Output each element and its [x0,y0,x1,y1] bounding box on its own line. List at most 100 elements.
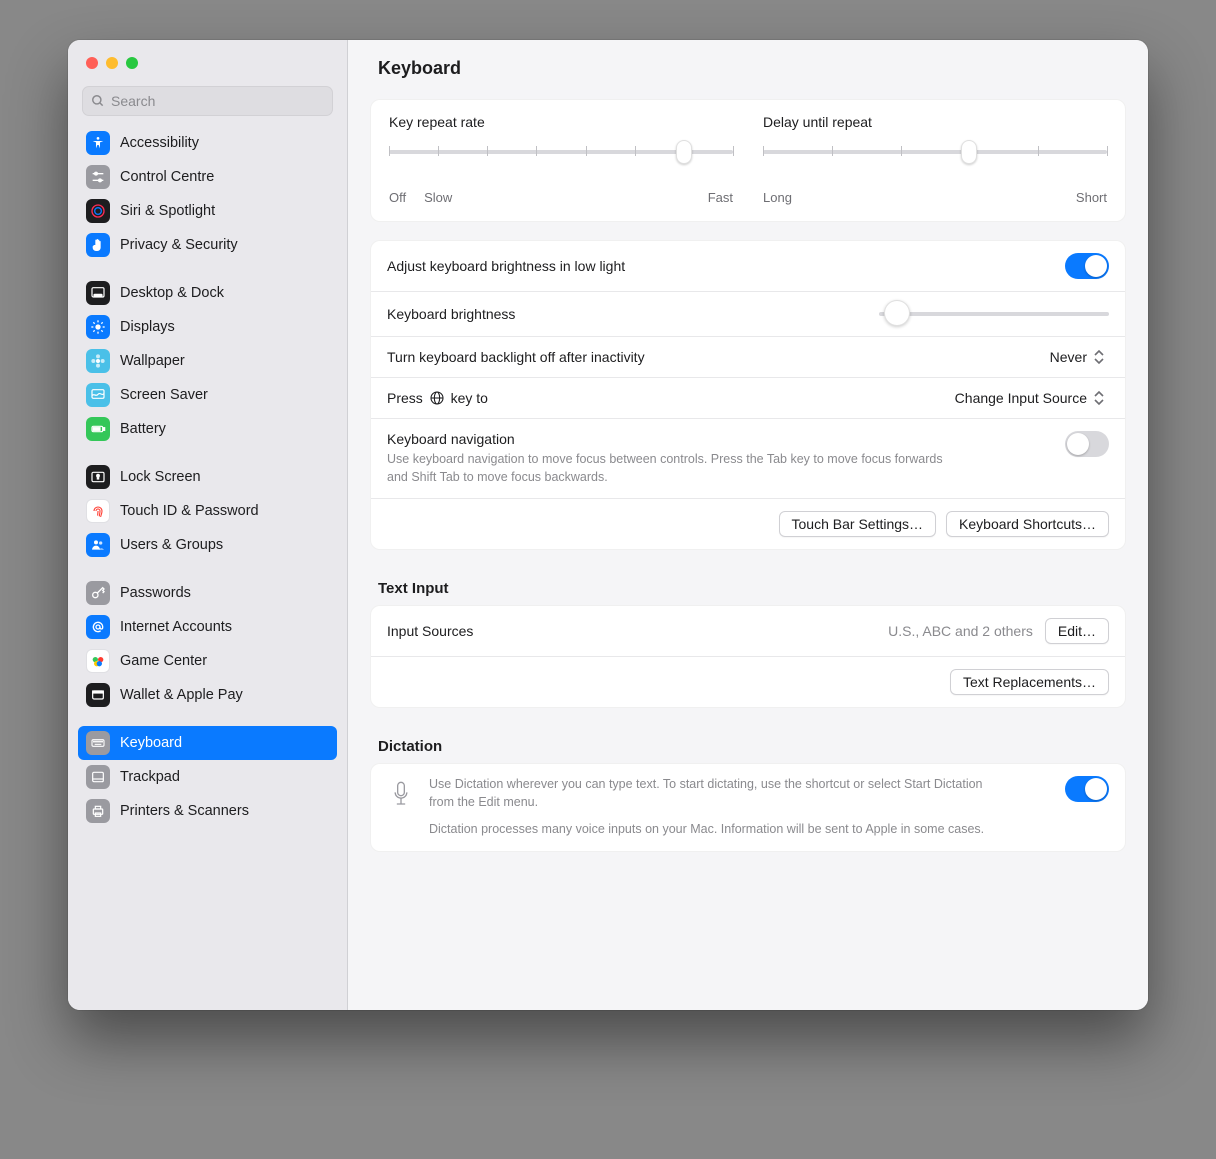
sidebar-item-wallpaper[interactable]: Wallpaper [78,344,337,378]
window-controls [68,40,347,86]
search-icon [91,94,105,108]
lock-icon [86,465,110,489]
screensaver-icon [86,383,110,407]
sidebar-item-control-centre[interactable]: Control Centre [78,160,337,194]
sliders-icon [86,165,110,189]
backlight-off-label: Turn keyboard backlight off after inacti… [387,349,645,365]
accessibility-icon [86,131,110,155]
sidebar-nav: Accessibility Control Centre Siri & Spotli… [68,124,347,1010]
page-title: Keyboard [378,58,1118,79]
delay-until-repeat-label: Delay until repeat [763,114,1107,130]
brightness-auto-label: Adjust keyboard brightness in low light [387,258,625,274]
text-input-section-title: Text Input [348,568,1148,599]
rate-off-label: Off [389,190,406,205]
zoom-icon[interactable] [126,57,138,69]
sidebar-item-desktop-dock[interactable]: Desktop & Dock [78,276,337,310]
sidebar-item-label: Trackpad [120,769,329,785]
dictation-desc-2: Dictation processes many voice inputs on… [429,821,989,839]
sidebar-item-privacy-security[interactable]: Privacy & Security [78,228,337,262]
search-input[interactable] [111,93,324,109]
sidebar-item-battery[interactable]: Battery [78,412,337,446]
sidebar-item-accessibility[interactable]: Accessibility [78,126,337,160]
sidebar-item-label: Siri & Spotlight [120,203,329,219]
globe-icon [429,390,445,406]
sidebar-item-label: Screen Saver [120,387,329,403]
sun-icon [86,315,110,339]
sidebar-item-keyboard[interactable]: Keyboard [78,726,337,760]
sidebar-item-label: Printers & Scanners [120,803,329,819]
keyboard-shortcuts-button[interactable]: Keyboard Shortcuts… [946,511,1109,537]
rate-fast-label: Fast [708,190,733,205]
sidebar-item-label: Control Centre [120,169,329,185]
keyboard-settings-card: Adjust keyboard brightness in low light … [370,240,1126,550]
sidebar-item-label: Internet Accounts [120,619,329,635]
users-icon [86,533,110,557]
key-repeat-rate-label: Key repeat rate [389,114,733,130]
printer-icon [86,799,110,823]
close-icon[interactable] [86,57,98,69]
game-icon [86,649,110,673]
sidebar-item-lock-screen[interactable]: Lock Screen [78,460,337,494]
input-sources-label: Input Sources [387,623,473,639]
brightness-slider-label: Keyboard brightness [387,306,515,322]
search-field[interactable] [82,86,333,116]
sidebar-item-label: Users & Groups [120,537,329,553]
microphone-icon [387,776,415,808]
key-icon [86,581,110,605]
brightness-slider[interactable] [879,304,1109,324]
sidebar-item-label: Wallet & Apple Pay [120,687,329,703]
flower-icon [86,349,110,373]
sidebar-item-label: Touch ID & Password [120,503,329,519]
delay-until-repeat-block: Delay until repeat Long Short [763,114,1107,205]
globe-key-label: Press key to [387,390,488,406]
sidebar-item-trackpad[interactable]: Trackpad [78,760,337,794]
delay-until-repeat-slider[interactable] [763,144,1107,184]
keyboard-navigation-desc: Use keyboard navigation to move focus be… [387,451,947,486]
text-input-card: Input Sources U.S., ABC and 2 others Edi… [370,605,1126,708]
trackpad-icon [86,765,110,789]
sidebar-item-game-center[interactable]: Game Center [78,644,337,678]
sidebar-item-siri-spotlight[interactable]: Siri & Spotlight [78,194,337,228]
sidebar-item-internet-accounts[interactable]: Internet Accounts [78,610,337,644]
sidebar-item-label: Wallpaper [120,353,329,369]
sidebar-item-wallet-apple-pay[interactable]: Wallet & Apple Pay [78,678,337,712]
sidebar-item-label: Displays [120,319,329,335]
backlight-off-popup[interactable]: Never [1050,349,1109,365]
input-sources-value: U.S., ABC and 2 others [888,623,1033,639]
sidebar-item-label: Battery [120,421,329,437]
keyboard-icon [86,731,110,755]
chevrons-up-down-icon [1093,390,1109,406]
sidebar-item-label: Accessibility [120,135,329,151]
input-sources-edit-button[interactable]: Edit… [1045,618,1109,644]
sidebar-item-screen-saver[interactable]: Screen Saver [78,378,337,412]
globe-key-value: Change Input Source [955,390,1087,406]
keyboard-navigation-toggle[interactable] [1065,431,1109,457]
battery-icon [86,417,110,441]
delay-short-label: Short [1076,190,1107,205]
sidebar-item-touch-id-password[interactable]: Touch ID & Password [78,494,337,528]
dictation-toggle[interactable] [1065,776,1109,802]
sidebar-item-users-groups[interactable]: Users & Groups [78,528,337,562]
sidebar-item-label: Passwords [120,585,329,601]
siri-icon [86,199,110,223]
dock-icon [86,281,110,305]
key-repeat-rate-slider[interactable] [389,144,733,184]
settings-window: Accessibility Control Centre Siri & Spotli… [68,40,1148,1010]
dictation-section-title: Dictation [348,726,1148,757]
text-replacements-button[interactable]: Text Replacements… [950,669,1109,695]
sidebar-item-displays[interactable]: Displays [78,310,337,344]
sidebar: Accessibility Control Centre Siri & Spotli… [68,40,348,1010]
touch-bar-settings-button[interactable]: Touch Bar Settings… [779,511,937,537]
sidebar-item-label: Desktop & Dock [120,285,329,301]
brightness-auto-toggle[interactable] [1065,253,1109,279]
minimize-icon[interactable] [106,57,118,69]
keyboard-basics-card: Key repeat rate Off Slow Fast Delay unti… [370,99,1126,222]
delay-long-label: Long [763,190,792,205]
content-pane: Keyboard Key repeat rate Off Slow Fast [348,40,1148,1010]
sidebar-item-passwords[interactable]: Passwords [78,576,337,610]
sidebar-item-label: Privacy & Security [120,237,329,253]
sidebar-item-printers-scanners[interactable]: Printers & Scanners [78,794,337,828]
sidebar-item-label: Lock Screen [120,469,329,485]
backlight-off-value: Never [1050,349,1087,365]
globe-key-popup[interactable]: Change Input Source [955,390,1109,406]
